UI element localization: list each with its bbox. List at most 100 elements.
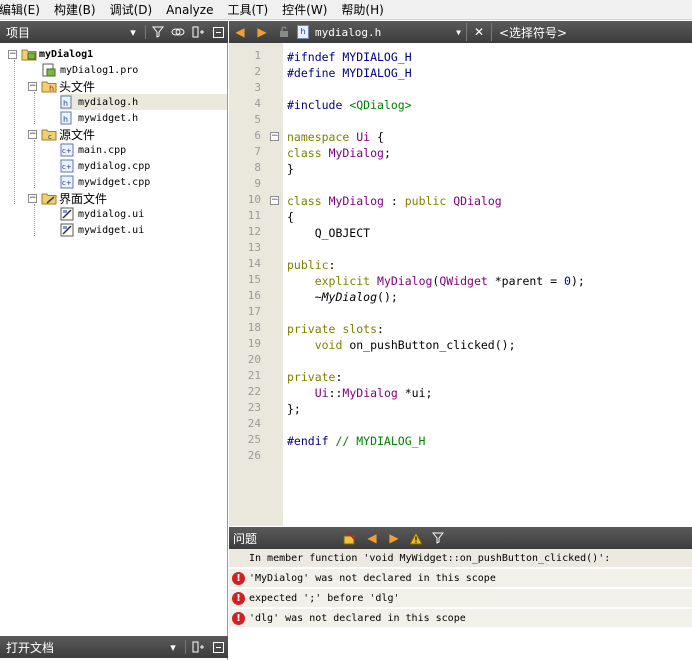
tree-item-mywidget-ui[interactable]: mywidget.ui: [60, 222, 144, 238]
menu-widgets[interactable]: 控件(W): [282, 1, 335, 18]
menu-tools[interactable]: 工具(T): [227, 1, 276, 18]
cpp-file-icon: c+: [60, 143, 74, 157]
project-tree: − myDialog1 myDialog1.pro − h 头文件 h mydi…: [0, 44, 227, 634]
tree-label: 界面文件: [59, 191, 108, 206]
split-icon[interactable]: [188, 636, 208, 658]
symbol-selector[interactable]: <选择符号>: [493, 24, 692, 41]
code-line[interactable]: ~MyDialog();: [287, 289, 398, 305]
tree-item-project[interactable]: − myDialog1: [8, 46, 93, 62]
code-line[interactable]: Q_OBJECT: [287, 225, 370, 241]
line-number: 6: [254, 129, 261, 142]
editor-toolbar: ◀ ▶ h mydialog.h ▼ ✕ <选择符号>: [229, 21, 692, 43]
line-number: 18: [247, 321, 261, 334]
close-panel-icon[interactable]: [208, 21, 228, 43]
tree-label: main.cpp: [78, 144, 127, 156]
filter-icon[interactable]: [427, 527, 449, 549]
menu-debug[interactable]: 调试(D): [110, 1, 161, 18]
code-line[interactable]: #include <QDialog>: [287, 97, 412, 113]
collapse-icon[interactable]: −: [28, 193, 37, 203]
code-line[interactable]: private slots:: [287, 321, 384, 337]
code-line[interactable]: #define MYDIALOG_H: [287, 65, 412, 81]
issue-row[interactable]: ! expected ';' before 'dlg': [229, 589, 692, 608]
menu-build[interactable]: 构建(B): [54, 1, 104, 18]
issue-row[interactable]: ! 'dlg' was not declared in this scope: [229, 609, 692, 628]
close-document-icon[interactable]: ✕: [468, 21, 490, 43]
split-icon[interactable]: [188, 21, 208, 43]
open-file-combo[interactable]: h mydialog.h ▼: [295, 22, 465, 42]
line-number: 21: [247, 369, 261, 382]
clean-icon[interactable]: [339, 527, 361, 549]
source-folder-icon: c: [41, 127, 57, 141]
code-line[interactable]: };: [287, 401, 301, 417]
svg-text:h: h: [49, 84, 54, 93]
collapse-icon[interactable]: −: [8, 49, 17, 59]
code-line[interactable]: private:: [287, 369, 342, 385]
line-number: 17: [247, 305, 261, 318]
tree-item-forms-folder[interactable]: − 界面文件: [28, 190, 107, 206]
svg-text:c+: c+: [62, 179, 72, 187]
go-forward-icon[interactable]: ▶: [251, 21, 273, 43]
tree-label: mydialog.ui: [78, 208, 145, 220]
code-line[interactable]: explicit MyDialog(QWidget *parent = 0);: [287, 273, 585, 289]
code-line[interactable]: void on_pushButton_clicked();: [287, 337, 516, 353]
code-line[interactable]: #endif // MYDIALOG_H: [287, 433, 425, 449]
code-line[interactable]: #ifndef MYDIALOG_H: [287, 49, 412, 65]
header-file-icon: h: [60, 111, 74, 125]
line-number: 23: [247, 401, 261, 414]
filter-icon[interactable]: [148, 21, 168, 43]
tree-label: myDialog1.pro: [60, 64, 139, 76]
fold-toggle-icon[interactable]: −: [270, 196, 279, 205]
line-number: 16: [247, 289, 261, 302]
view-selector-dropdown-icon[interactable]: ▾: [163, 636, 183, 658]
code-line[interactable]: }: [287, 161, 294, 177]
tree-item-mywidget-cpp[interactable]: c+ mywidget.cpp: [60, 174, 150, 190]
tree-label: myDialog1: [39, 48, 94, 60]
cpp-file-icon: c+: [60, 159, 74, 173]
menu-analyze[interactable]: Analyze: [166, 3, 221, 17]
menu-edit[interactable]: 编辑(E): [0, 1, 48, 18]
tree-item-sources-folder[interactable]: − c 源文件: [28, 126, 95, 142]
code-area[interactable]: #ifndef MYDIALOG_H #define MYDIALOG_H #inc…: [287, 43, 692, 526]
code-line[interactable]: {: [287, 209, 294, 225]
tree-item-pro-file[interactable]: myDialog1.pro: [42, 62, 138, 78]
line-number: 2: [254, 65, 261, 78]
line-number: 8: [254, 161, 261, 174]
error-icon: !: [232, 591, 245, 605]
menu-help[interactable]: 帮助(H): [341, 1, 391, 18]
cpp-file-icon: c+: [60, 175, 74, 189]
code-editor[interactable]: 1 2 3 4 5 6−7 8 9 10−11 12 13 14 15 16 17 18 19 20 21 22 23 2…: [229, 43, 692, 526]
collapse-icon[interactable]: −: [28, 81, 37, 91]
left-sidebar: 项目 ▾ − myDialog1 myDialog1.pro − h 头文件 h…: [0, 21, 228, 660]
svg-text:c+: c+: [62, 163, 72, 171]
code-line[interactable]: class MyDialog;: [287, 145, 391, 161]
tree-item-mydialog-ui[interactable]: mydialog.ui: [60, 206, 144, 222]
tree-item-mydialog-h[interactable]: h mydialog.h: [60, 94, 227, 110]
issue-row[interactable]: In member function 'void MyWidget::on_pu…: [229, 549, 692, 568]
tree-label: mydialog.h: [78, 96, 139, 108]
tree-item-mydialog-cpp[interactable]: c+ mydialog.cpp: [60, 158, 150, 174]
line-number: 11: [247, 209, 261, 222]
tree-item-main-cpp[interactable]: c+ main.cpp: [60, 142, 126, 158]
code-line[interactable]: public:: [287, 257, 335, 273]
tree-item-mywidget-h[interactable]: h mywidget.h: [60, 110, 138, 126]
issue-text: expected ';' before 'dlg': [249, 592, 400, 604]
header-file-icon: h: [60, 95, 74, 109]
line-number: 7: [254, 145, 261, 158]
collapse-icon[interactable]: −: [28, 129, 37, 139]
close-panel-icon[interactable]: [208, 636, 228, 658]
view-selector-dropdown-icon[interactable]: ▾: [123, 21, 143, 43]
issue-row[interactable]: ! 'MyDialog' was not declared in this sc…: [229, 569, 692, 588]
lock-icon: [273, 21, 295, 43]
link-icon[interactable]: [168, 21, 188, 43]
go-back-icon[interactable]: ◀: [229, 21, 251, 43]
code-line[interactable]: namespace Ui {: [287, 129, 384, 145]
ui-file-icon: [60, 207, 74, 221]
previous-issue-icon[interactable]: ◀: [361, 527, 383, 549]
warning-filter-icon[interactable]: [405, 527, 427, 549]
next-issue-icon[interactable]: ▶: [383, 527, 405, 549]
tree-item-headers-folder[interactable]: − h 头文件: [28, 78, 95, 94]
fold-toggle-icon[interactable]: −: [270, 132, 279, 141]
issues-panel-title: 问题: [233, 531, 258, 546]
code-line[interactable]: Ui::MyDialog *ui;: [287, 385, 433, 401]
code-line[interactable]: class MyDialog : public QDialog: [287, 193, 502, 209]
